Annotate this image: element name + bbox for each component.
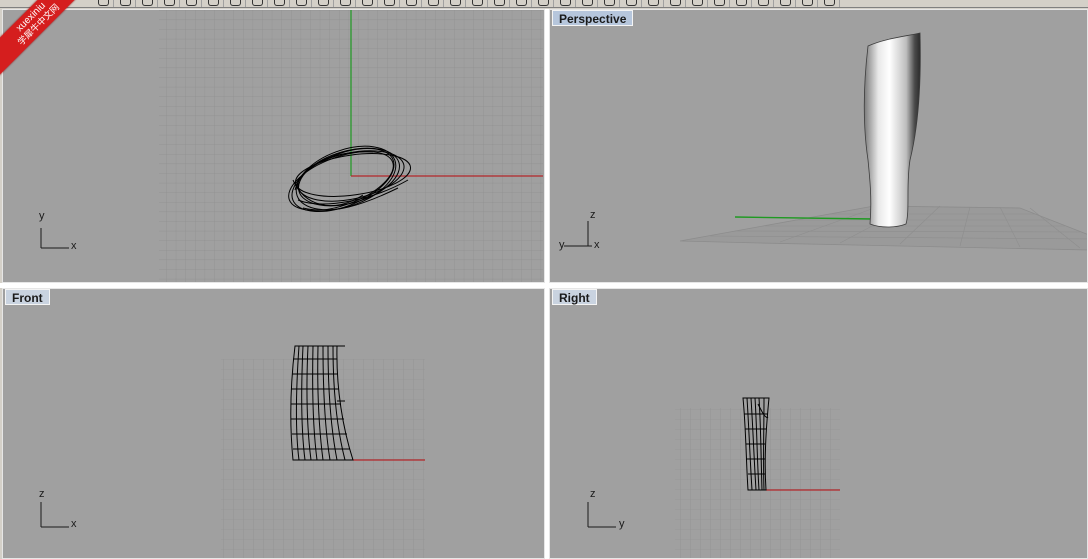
toolbar-button[interactable]	[664, 0, 686, 7]
viewport-top[interactable]: y x	[2, 9, 545, 283]
toolbar-button[interactable]	[312, 0, 334, 7]
axis-triad-front	[40, 502, 69, 528]
axis-triad-perspective	[564, 221, 592, 247]
toolbar-button[interactable]	[334, 0, 356, 7]
toolbar-button[interactable]	[774, 0, 796, 7]
toolbar-button[interactable]	[444, 0, 466, 7]
toolbar-button[interactable]	[378, 0, 400, 7]
toolbar-button[interactable]	[752, 0, 774, 7]
toolbar-button[interactable]	[576, 0, 598, 7]
toolbar-button[interactable]	[400, 0, 422, 7]
toolbar-button[interactable]	[136, 0, 158, 7]
viewport-perspective[interactable]: Perspective z x y	[549, 9, 1088, 283]
toolbar-button[interactable]	[114, 0, 136, 7]
toolbar-button[interactable]	[290, 0, 312, 7]
toolbar-button[interactable]	[202, 0, 224, 7]
axis-label-d: y	[559, 239, 565, 251]
axis-label-v: z	[590, 488, 596, 500]
viewport-title[interactable]: Front	[5, 289, 50, 305]
toolbar-button[interactable]	[708, 0, 730, 7]
right-view-canvas[interactable]	[550, 289, 1088, 559]
axis-label-h: x	[71, 240, 77, 252]
toolbar-button[interactable]	[268, 0, 290, 7]
construction-grid	[675, 408, 840, 558]
toolbar-button[interactable]	[598, 0, 620, 7]
toolbar-button[interactable]	[224, 0, 246, 7]
rhino-app-window: xuexiniu 学犀牛中文网 y x Perspective z x y Fr…	[0, 0, 1088, 559]
axis-label-v: y	[39, 210, 45, 222]
axis-label-h: x	[594, 239, 600, 251]
toolbar-button[interactable]	[642, 0, 664, 7]
toolbar-button[interactable]	[466, 0, 488, 7]
toolbar-button[interactable]	[554, 0, 576, 7]
toolbar-button[interactable]	[818, 0, 840, 7]
axis-label-v: z	[590, 209, 596, 221]
axis-label-h: x	[71, 518, 77, 530]
viewport-front[interactable]: Front z x	[2, 288, 545, 559]
toolbar-button[interactable]	[620, 0, 642, 7]
toolbar-button[interactable]	[246, 0, 268, 7]
toolbar-button[interactable]	[356, 0, 378, 7]
toolbar-button[interactable]	[422, 0, 444, 7]
front-view-canvas[interactable]	[3, 289, 545, 559]
axis-triad-top	[40, 228, 69, 249]
toolbar-button[interactable]	[180, 0, 202, 7]
toolbar-button[interactable]	[796, 0, 818, 7]
axis-triad-right	[587, 502, 616, 528]
axis-label-h: y	[619, 518, 625, 530]
viewport-title[interactable]: Right	[552, 289, 597, 305]
axis-label-v: z	[39, 488, 45, 500]
top-view-canvas[interactable]	[3, 10, 545, 283]
toolbar-button[interactable]	[158, 0, 180, 7]
toolbar-button[interactable]	[532, 0, 554, 7]
toolbar-button[interactable]	[686, 0, 708, 7]
viewport-splitter-horizontal[interactable]	[0, 283, 1088, 288]
toolbar-button[interactable]	[730, 0, 752, 7]
viewport-title[interactable]: Perspective	[552, 10, 634, 26]
toolbar-button[interactable]	[92, 0, 114, 7]
toolbar-button[interactable]	[488, 0, 510, 7]
main-toolbar	[0, 0, 1088, 8]
shaded-loft-surface	[863, 32, 921, 228]
viewport-right[interactable]: Right z y	[549, 288, 1088, 559]
toolbar-button[interactable]	[510, 0, 532, 7]
perspective-view-canvas[interactable]	[550, 10, 1088, 283]
